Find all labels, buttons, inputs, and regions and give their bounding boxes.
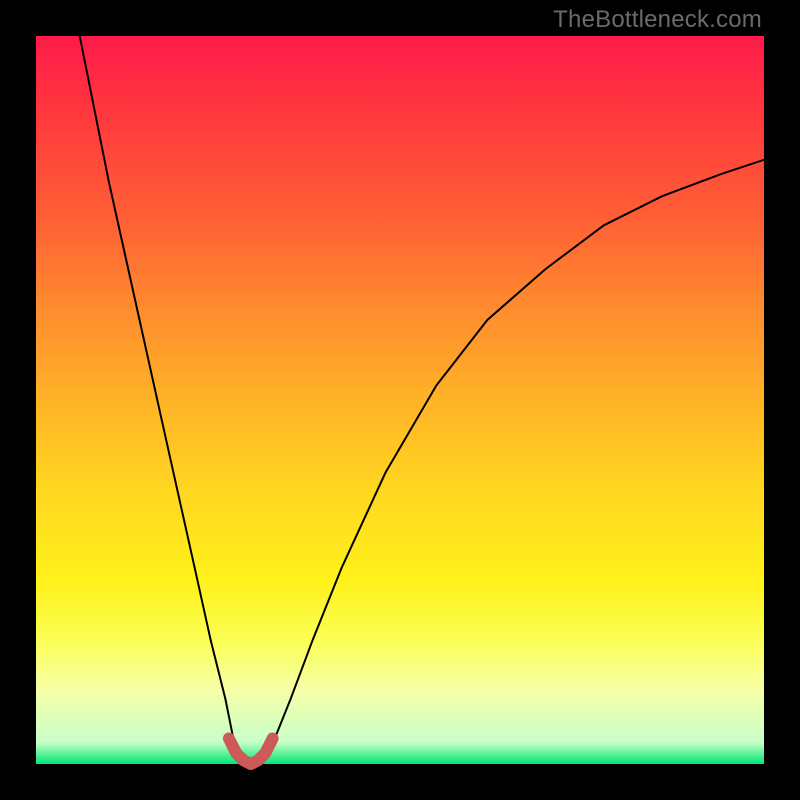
- chart-svg-layer: [0, 0, 800, 800]
- series-bottleneck-curve: [80, 36, 764, 764]
- series-highlight-segment: [229, 739, 273, 765]
- chart-series-group: [80, 36, 764, 764]
